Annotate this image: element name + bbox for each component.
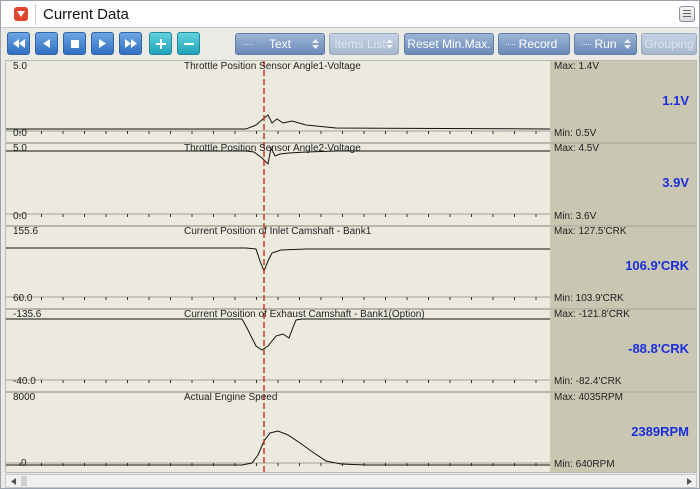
chart-title: Throttle Position Sensor Angle1-Voltage	[184, 61, 361, 72]
rewind-icon	[12, 39, 25, 48]
title-separator	[35, 4, 36, 25]
chart-top-label: -135.6	[13, 309, 42, 320]
close-button[interactable]	[14, 7, 28, 21]
up-down-icon	[624, 39, 631, 49]
chart-max-label: Max: 4035RPM	[554, 392, 623, 403]
play-icon	[99, 39, 106, 48]
plot-panel	[6, 144, 550, 225]
chevron-left-icon	[10, 477, 16, 485]
rewind-button[interactable]	[7, 32, 30, 55]
chevron-down-icon	[17, 11, 25, 17]
step-forward-button[interactable]	[91, 32, 114, 55]
chart-max-label: Max: 127.5'CRK	[554, 226, 627, 237]
chart-bottom-label: 0.0	[13, 128, 27, 139]
chart-max-label: Max: 4.5V	[554, 143, 600, 154]
chart-title: Current Position of Inlet Camshaft - Ban…	[184, 226, 372, 237]
scroll-left-button[interactable]	[6, 475, 20, 487]
plot-panel	[6, 61, 550, 142]
menu-icon-line	[683, 10, 691, 11]
items-list-label: Items List	[334, 37, 386, 51]
chart-bottom-label: 0.0	[13, 211, 27, 222]
plus-icon	[155, 38, 166, 49]
horizontal-scrollbar[interactable]	[5, 474, 697, 488]
fast-forward-button[interactable]	[119, 32, 142, 55]
toolbar: ····· Text Items List Reset Min.Max. ···…	[1, 29, 699, 60]
plot-panel	[6, 393, 550, 472]
chart-title: Throttle Position Sensor Angle2-Voltage	[184, 143, 361, 154]
chart-current-value: 3.9V	[662, 175, 689, 190]
scroll-thumb[interactable]	[21, 476, 27, 486]
chart-min-label: Min: 0.5V	[554, 128, 597, 139]
up-down-icon	[312, 39, 319, 49]
current-data-window: Current Data ····· Text Items List Reset…	[0, 0, 700, 489]
chart-bottom-label: 60.0	[13, 293, 33, 304]
plot-panel	[6, 227, 550, 308]
chart-min-label: Min: 640RPM	[554, 459, 615, 470]
items-list-button[interactable]: Items List	[329, 33, 399, 55]
title-bar: Current Data	[1, 1, 699, 28]
record-button[interactable]: ····· Record	[498, 33, 570, 55]
chart-bottom-label: -40.0	[13, 376, 36, 387]
up-down-icon	[386, 39, 393, 49]
chart-top-label: 8000	[13, 392, 36, 403]
text-mode-label: Text	[268, 37, 291, 51]
chart-area: 5.0 Throttle Position Sensor Angle1-Volt…	[5, 60, 697, 473]
chart-title: Actual Engine Speed	[184, 392, 278, 403]
chart-title: Current Position of Exhaust Camshaft - B…	[184, 309, 425, 320]
chart-current-value: 106.9'CRK	[625, 258, 689, 273]
zoom-in-button[interactable]	[149, 32, 172, 55]
chart-current-value: -88.8'CRK	[628, 341, 689, 356]
window-title: Current Data	[43, 6, 129, 23]
stop-icon	[70, 39, 79, 48]
run-button[interactable]: ····· Run	[574, 33, 637, 55]
dots-icon: ·····	[581, 39, 592, 49]
chart-top-label: 155.6	[13, 226, 39, 237]
minus-icon	[183, 42, 194, 45]
chart-min-label: Min: 103.9'CRK	[554, 293, 624, 304]
chart-min-label: Min: 3.6V	[554, 211, 597, 222]
chart-top-label: 5.0	[13, 61, 27, 72]
chart-bottom-label: 0	[21, 458, 27, 469]
reset-min-max-button[interactable]: Reset Min.Max.	[404, 33, 494, 55]
record-label: Record	[518, 37, 558, 51]
stop-button[interactable]	[63, 32, 86, 55]
scroll-right-button[interactable]	[682, 475, 696, 487]
menu-button[interactable]	[679, 6, 695, 22]
fast-forward-icon	[124, 39, 137, 48]
plot-canvas	[6, 61, 696, 472]
play-back-icon	[43, 39, 50, 48]
reset-min-max-label: Reset Min.Max.	[407, 37, 491, 51]
dots-icon: ·····	[505, 39, 516, 49]
menu-icon-line	[683, 13, 691, 14]
text-mode-button[interactable]: ····· Text	[235, 33, 325, 55]
dots-icon: ·····	[242, 39, 253, 49]
chart-max-label: Max: -121.8'CRK	[554, 309, 630, 320]
step-back-button[interactable]	[35, 32, 58, 55]
grouping-button[interactable]: Grouping	[641, 33, 697, 55]
chart-current-value: 2389RPM	[631, 424, 689, 439]
menu-icon-line	[683, 16, 691, 17]
chart-top-label: 5.0	[13, 143, 27, 154]
chevron-right-icon	[686, 477, 692, 485]
run-label: Run	[594, 37, 617, 51]
zoom-out-button[interactable]	[177, 32, 200, 55]
grouping-label: Grouping	[644, 37, 694, 51]
plot-panel	[6, 310, 550, 391]
chart-max-label: Max: 1.4V	[554, 61, 600, 72]
chart-min-label: Min: -82.4'CRK	[554, 376, 622, 387]
chart-current-value: 1.1V	[662, 93, 689, 108]
